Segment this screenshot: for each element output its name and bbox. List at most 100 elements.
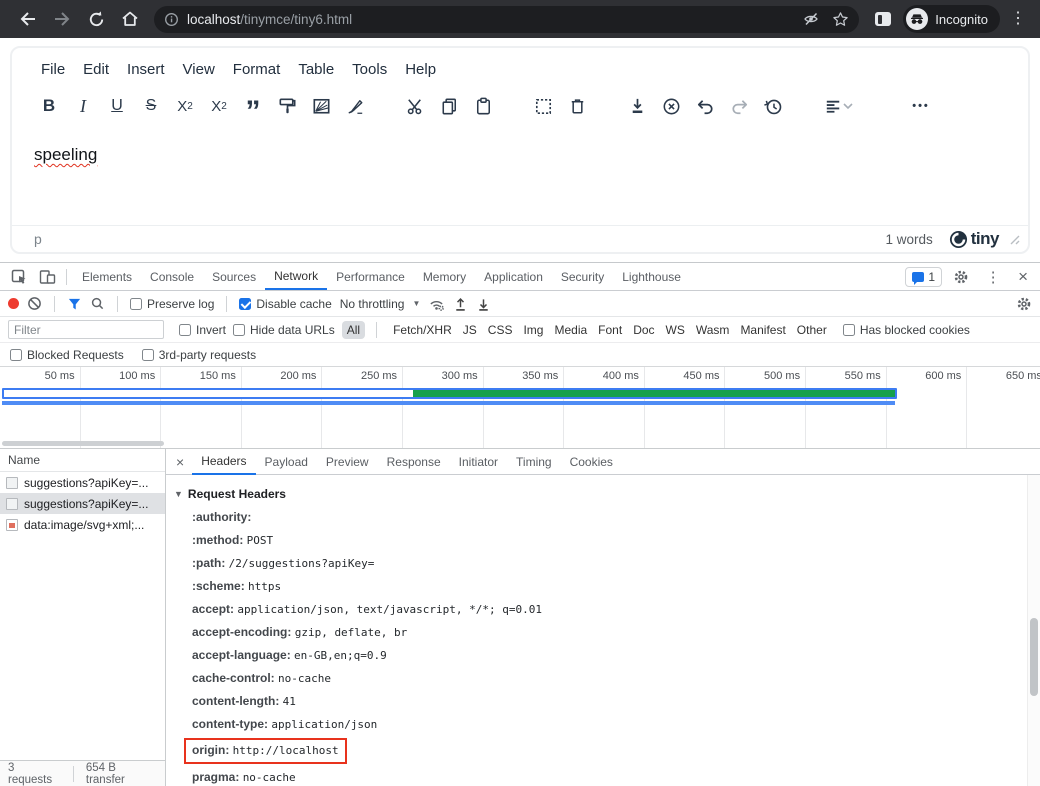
resize-handle-icon[interactable]	[1009, 234, 1020, 245]
request-header-line[interactable]: pragma: no-cache	[174, 766, 1020, 786]
cancel-button[interactable]	[654, 91, 688, 121]
back-button[interactable]	[14, 5, 42, 33]
request-row[interactable]: suggestions?apiKey=...	[0, 493, 165, 514]
request-header-line[interactable]: origin: http://localhost	[174, 736, 1020, 766]
select-all-button[interactable]	[526, 91, 560, 121]
format-painter-button[interactable]	[270, 91, 304, 121]
request-header-line[interactable]: accept-encoding: gzip, deflate, br	[174, 621, 1020, 644]
request-header-line[interactable]: :path: /2/suggestions?apiKey=	[174, 552, 1020, 575]
request-header-line[interactable]: accept: application/json, text/javascrip…	[174, 598, 1020, 621]
filter-type-chip[interactable]: JS	[458, 321, 482, 339]
filter-type-chip[interactable]: Fetch/XHR	[388, 321, 457, 339]
request-row[interactable]: data:image/svg+xml;...	[0, 514, 165, 535]
more-toolbar-button[interactable]: •••	[904, 91, 938, 121]
overview-scrollbar-thumb[interactable]	[2, 441, 164, 446]
restore-draft-button[interactable]	[756, 91, 790, 121]
search-network-icon[interactable]	[90, 296, 105, 311]
network-conditions-icon[interactable]	[428, 296, 445, 311]
undo-button[interactable]	[688, 91, 722, 121]
devtools-tab[interactable]: Elements	[73, 263, 141, 290]
filter-type-chip[interactable]: Other	[792, 321, 832, 339]
browser-menu-button[interactable]: ⋮	[1006, 11, 1030, 27]
bold-button[interactable]: B	[32, 91, 66, 121]
filter-chip-all[interactable]: All	[342, 321, 365, 339]
filter-type-chip[interactable]: Doc	[628, 321, 659, 339]
has-blocked-cookies-checkbox[interactable]	[843, 324, 855, 336]
underline-button[interactable]: U	[100, 91, 134, 121]
requests-column-header[interactable]: Name	[0, 449, 165, 472]
request-header-line[interactable]: :authority:	[174, 506, 1020, 529]
details-tab[interactable]: Payload	[256, 448, 317, 475]
editor-menu-item[interactable]: Table	[291, 58, 341, 81]
cut-button[interactable]	[398, 91, 432, 121]
request-header-line[interactable]: :scheme: https	[174, 575, 1020, 598]
filter-type-chip[interactable]: Media	[549, 321, 592, 339]
devtools-tab[interactable]: Sources	[203, 263, 265, 290]
devtools-menu-button[interactable]: ⋮	[980, 265, 1006, 289]
devtools-tab[interactable]: Security	[552, 263, 613, 290]
edit-image-button[interactable]	[304, 91, 338, 121]
request-header-line[interactable]: :method: POST	[174, 529, 1020, 552]
invert-checkbox[interactable]	[179, 324, 191, 336]
inspect-element-button[interactable]	[6, 265, 32, 289]
eye-off-icon[interactable]	[802, 11, 820, 27]
editor-menu-item[interactable]: Insert	[120, 58, 172, 81]
request-header-line[interactable]: content-type: application/json	[174, 713, 1020, 736]
request-header-line[interactable]: accept-language: en-GB,en;q=0.9	[174, 644, 1020, 667]
editor-menu-item[interactable]: File	[34, 58, 72, 81]
side-panel-button[interactable]	[869, 5, 897, 33]
devtools-tab[interactable]: Application	[475, 263, 552, 290]
filter-type-chip[interactable]: Manifest	[735, 321, 790, 339]
preserve-log-checkbox[interactable]	[130, 298, 142, 310]
tiny-branding[interactable]: tiny	[949, 229, 999, 249]
permanent-pen-button[interactable]	[338, 91, 372, 121]
paste-button[interactable]	[466, 91, 500, 121]
request-headers-section[interactable]: ▼ Request Headers	[174, 482, 1020, 506]
blockquote-button[interactable]: ”	[236, 91, 270, 121]
delete-button[interactable]	[560, 91, 594, 121]
forward-button[interactable]	[48, 5, 76, 33]
details-tab[interactable]: Timing	[507, 448, 561, 475]
blocked-requests-checkbox[interactable]	[10, 349, 22, 361]
details-tab[interactable]: Response	[378, 448, 450, 475]
filter-type-chip[interactable]: Wasm	[691, 321, 735, 339]
hide-data-urls-checkbox[interactable]	[233, 324, 245, 336]
filter-type-chip[interactable]: CSS	[483, 321, 518, 339]
superscript-button[interactable]: X2	[202, 91, 236, 121]
details-close-button[interactable]: ×	[170, 454, 190, 470]
devtools-tab[interactable]: Network	[265, 263, 327, 290]
request-header-line[interactable]: cache-control: no-cache	[174, 667, 1020, 690]
request-header-line[interactable]: content-length: 41	[174, 690, 1020, 713]
page-info-icon[interactable]	[164, 12, 179, 27]
details-tab[interactable]: Headers	[192, 448, 255, 475]
italic-button[interactable]: I	[66, 91, 100, 121]
devtools-close-button[interactable]: ×	[1012, 267, 1034, 287]
filter-type-chip[interactable]: Font	[593, 321, 627, 339]
clear-network-log-icon[interactable]	[27, 296, 42, 311]
misspelled-word[interactable]: speeling	[34, 145, 97, 164]
details-tab[interactable]: Initiator	[450, 448, 507, 475]
devtools-settings-button[interactable]	[948, 265, 974, 289]
align-dropdown-button[interactable]	[842, 102, 854, 110]
reload-button[interactable]	[82, 5, 110, 33]
url-text[interactable]: localhost/tinymce/tiny6.html	[187, 12, 794, 27]
filter-type-chip[interactable]: WS	[661, 321, 690, 339]
network-filter-input[interactable]	[8, 320, 164, 339]
disable-cache-checkbox[interactable]	[239, 298, 251, 310]
filter-funnel-icon[interactable]	[67, 297, 82, 311]
filter-type-chip[interactable]: Img	[518, 321, 548, 339]
request-row[interactable]: suggestions?apiKey=...	[0, 472, 165, 493]
export-har-icon[interactable]	[476, 296, 491, 312]
editor-menu-item[interactable]: Tools	[345, 58, 394, 81]
issues-badge[interactable]: 1	[905, 267, 942, 287]
import-har-icon[interactable]	[453, 296, 468, 312]
devtools-tab[interactable]: Console	[141, 263, 203, 290]
editor-menu-item[interactable]: Format	[226, 58, 288, 81]
throttling-select[interactable]: No throttling ▼	[340, 297, 421, 311]
save-button[interactable]	[620, 91, 654, 121]
editor-menu-item[interactable]: Help	[398, 58, 443, 81]
devtools-tab[interactable]: Lighthouse	[613, 263, 690, 290]
network-overview-timeline[interactable]: 50 ms 100 ms 150 ms 200 ms 250 ms 300 ms…	[0, 367, 1040, 449]
bookmark-star-icon[interactable]	[832, 11, 849, 28]
element-path[interactable]: p	[34, 231, 885, 247]
